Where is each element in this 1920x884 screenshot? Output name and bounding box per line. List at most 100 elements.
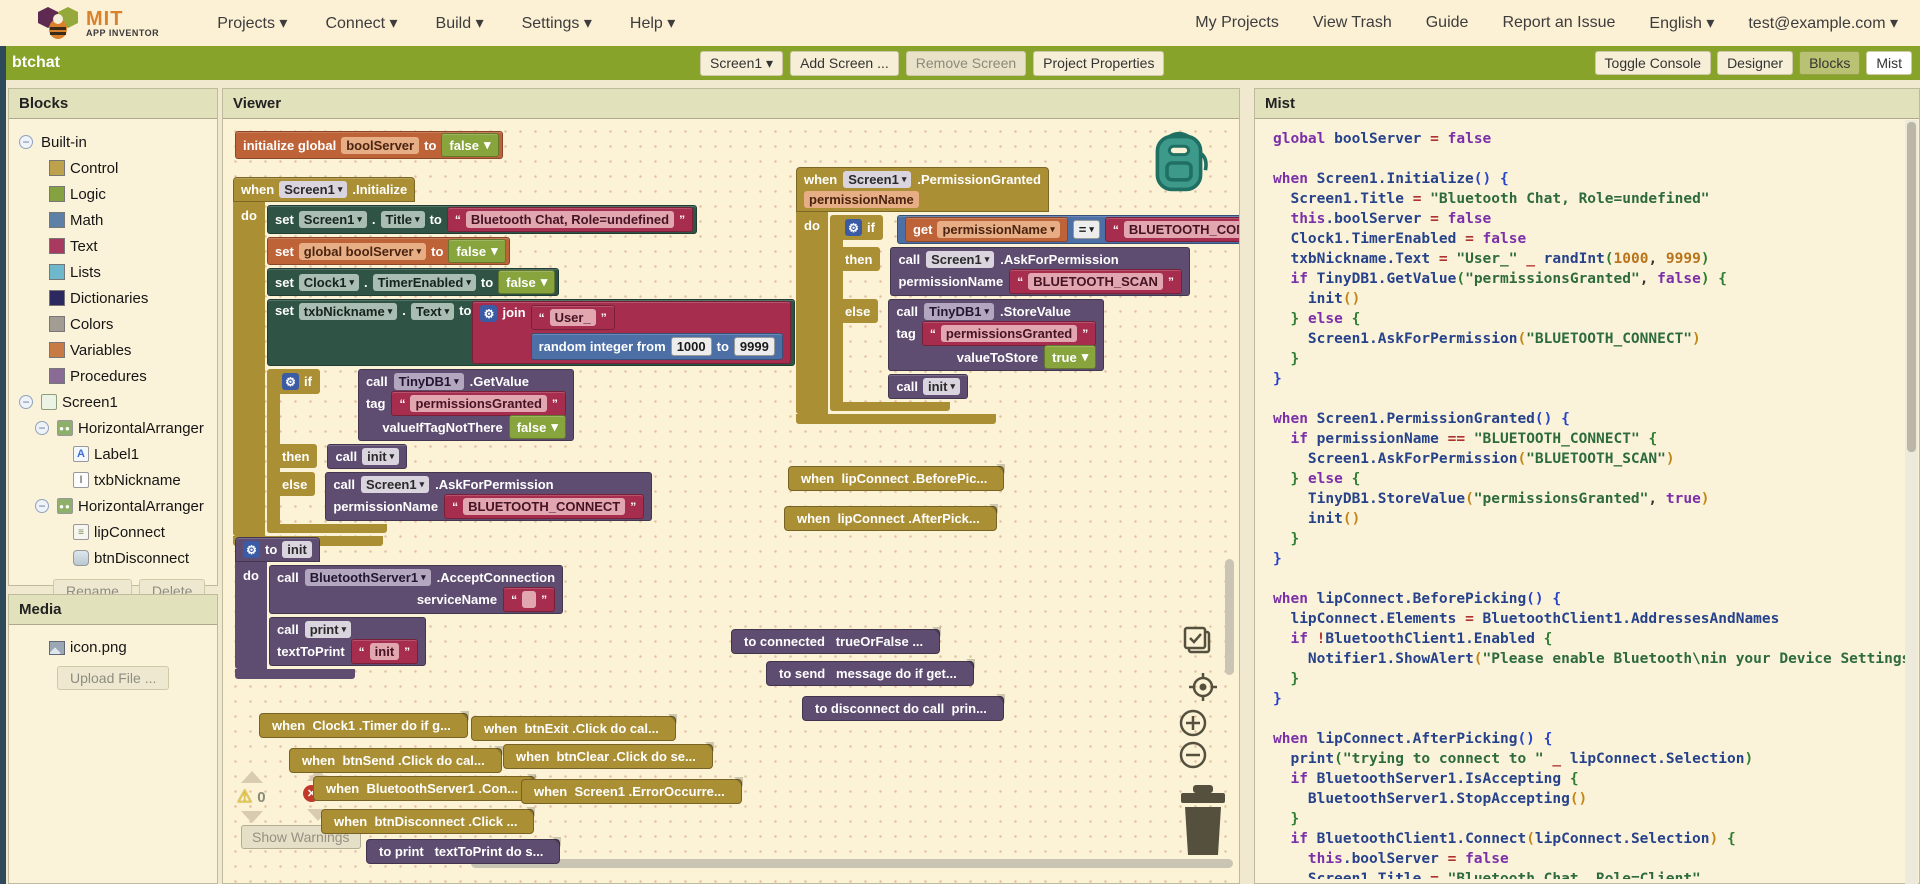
collapsed-block-to-connected-trueorfalse[interactable]: to connected trueOrFalse ... — [731, 627, 942, 654]
block-text-string[interactable]: “User_” — [530, 305, 615, 330]
nav-link-guide[interactable]: Guide — [1426, 14, 1469, 32]
mist-button[interactable]: Mist — [1866, 51, 1912, 75]
block-text-string[interactable]: “permissionsGranted” — [921, 321, 1097, 346]
mutator-gear-icon[interactable]: ⚙ — [282, 373, 299, 390]
block-text-string[interactable]: “BLUETOOTH_SCAN” — [1009, 269, 1182, 294]
collapse-minus-icon[interactable]: − — [19, 135, 33, 149]
collapsed-block-when-bluetoothserver1-con[interactable]: when BluetoothServer1 .Con... — [313, 774, 537, 801]
collapsed-block-when-btndisconnect-click[interactable]: when btnDisconnect .Click ... — [321, 807, 536, 834]
palette-item-txbnickname[interactable]: ItxbNickname — [9, 467, 217, 493]
collapse-minus-icon[interactable]: − — [35, 499, 49, 513]
nav-link-my-projects[interactable]: My Projects — [1195, 14, 1279, 32]
collapsed-block-when-lipconnect-afterpick[interactable]: when lipConnect .AfterPick... — [784, 504, 998, 531]
project-properties-button[interactable]: Project Properties — [1033, 50, 1165, 76]
menu-settings[interactable]: Settings ▾ — [522, 13, 592, 33]
block-call-askforpermission[interactable]: call Screen1 ▾ .AskForPermission permissi… — [890, 247, 1190, 296]
block-set-clock1-timerenabled[interactable]: set Clock1 ▾ . TimerEnabled ▾ to false ▾ — [267, 268, 560, 296]
block-text-string[interactable]: “BLUETOOTH_CONNECT” — [444, 494, 645, 519]
nav-link-report-issue[interactable]: Report an Issue — [1502, 14, 1615, 32]
trash-can-icon[interactable] — [1171, 781, 1235, 859]
block-set-txbnickname-text[interactable]: set txbNickname ▾ . Text ▾ to ⚙ join “User… — [267, 299, 795, 366]
remove-screen-button[interactable]: Remove Screen — [905, 50, 1027, 76]
menu-connect[interactable]: Connect ▾ — [325, 13, 397, 33]
collapsed-block-when-clock1-timer-do-if-g[interactable]: when Clock1 .Timer do if g... — [259, 711, 469, 738]
block-call-askforpermission[interactable]: call Screen1 ▾ .AskForPermission permissi… — [325, 472, 653, 521]
block-get-variable[interactable]: get permissionName ▾ — [904, 217, 1068, 242]
procedure-name-field[interactable]: init — [282, 541, 312, 558]
block-random-integer[interactable]: random integer from 1000 to 9999 — [530, 333, 783, 360]
palette-item-btndisconnect[interactable]: btnDisconnect — [9, 545, 217, 571]
palette-item-lists[interactable]: Lists — [9, 259, 217, 285]
screen-selector-dropdown[interactable]: Screen1 ▾ — [700, 50, 784, 76]
designer-button[interactable]: Designer — [1717, 51, 1794, 75]
block-when-screen1-initialize[interactable]: when Screen1 ▾ .Initialize do set Screen1… — [233, 177, 795, 546]
account-menu[interactable]: test@example.com ▾ — [1748, 13, 1898, 33]
event-param-chip[interactable]: permissionName — [804, 191, 919, 208]
collapse-minus-icon[interactable]: − — [19, 395, 33, 409]
block-set-global-boolserver[interactable]: set global boolServer ▾ to false ▾ — [267, 237, 510, 265]
palette-item-screen1[interactable]: − Screen1 — [9, 389, 217, 415]
upload-file-button[interactable]: Upload File ... — [57, 666, 170, 690]
palette-item-math[interactable]: Math — [9, 207, 217, 233]
mutator-gear-icon[interactable]: ⚙ — [845, 219, 862, 236]
menu-projects[interactable]: Projects ▾ — [217, 13, 287, 33]
block-if-then-else[interactable]: ⚙ if get permissionName ▾ = ▾ “BLUETOOTH_CO… — [830, 215, 1239, 411]
toggle-console-button[interactable]: Toggle Console — [1594, 51, 1712, 75]
block-call-init[interactable]: call init ▾ — [888, 374, 969, 399]
language-menu[interactable]: English ▾ — [1649, 13, 1714, 33]
number-field[interactable]: 9999 — [733, 337, 775, 356]
collapsed-block-when-btnclear-click-do-se[interactable]: when btnClear .Click do se... — [503, 742, 714, 769]
zoom-out-icon[interactable] — [1177, 739, 1209, 771]
collapsed-block-when-screen1-erroroccurre[interactable]: when Screen1 .ErrorOccurre... — [521, 777, 743, 804]
zoom-in-icon[interactable] — [1177, 707, 1209, 739]
media-queue-icon[interactable] — [1179, 624, 1215, 660]
collapsed-block-to-send-message-do-if-get[interactable]: to send message do if get... — [766, 659, 975, 686]
block-logic-false[interactable]: false ▾ — [498, 270, 556, 294]
block-set-screen1-title[interactable]: set Screen1 ▾ . Title ▾ to “Bluetooth Chat… — [267, 205, 698, 234]
center-blocks-icon[interactable] — [1185, 669, 1221, 705]
viewer-vertical-scrollbar[interactable] — [1225, 559, 1234, 675]
variable-name-field[interactable]: boolServer — [341, 136, 420, 154]
blocks-button[interactable]: Blocks — [1799, 51, 1861, 75]
block-procedure-to-init[interactable]: ⚙ to init do call BluetoothServer1 ▾ .Acc… — [235, 537, 564, 679]
palette-item-horizontalarranger[interactable]: − ●● HorizontalArranger — [9, 415, 217, 441]
mist-scrollbar-track[interactable] — [1905, 120, 1918, 884]
mist-scrollbar-thumb[interactable] — [1907, 122, 1916, 452]
block-call-tinydb-getvalue[interactable]: call TinyDB1 ▾ .GetValue tag “permissions… — [357, 369, 574, 441]
block-text-string-empty[interactable]: “ ” — [503, 587, 556, 612]
block-logic-false[interactable]: false ▾ — [448, 239, 506, 263]
backpack-icon[interactable] — [1143, 127, 1215, 199]
nav-link-view-trash[interactable]: View Trash — [1313, 14, 1392, 32]
component-dropdown[interactable]: Screen1 ▾ — [279, 181, 348, 198]
collapsed-block-to-print-texttoprint-do-s[interactable]: to print textToPrint do s... — [366, 837, 562, 864]
block-text-string[interactable]: “Bluetooth Chat, Role=undefined” — [446, 207, 694, 232]
block-join[interactable]: ⚙ join “User_” random integer from 1000 … — [472, 301, 791, 364]
block-logic-true[interactable]: true ▾ — [1044, 345, 1097, 369]
warnings-down-arrow[interactable] — [241, 811, 263, 823]
block-if-then-else[interactable]: ⚙ if call TinyDB1 ▾ .GetValue tag “ perm… — [267, 369, 653, 533]
number-field[interactable]: 1000 — [670, 337, 712, 356]
palette-item-colors[interactable]: Colors — [9, 311, 217, 337]
palette-item-procedures[interactable]: Procedures — [9, 363, 217, 389]
palette-item-text[interactable]: Text — [9, 233, 217, 259]
mutator-gear-icon[interactable]: ⚙ — [243, 541, 260, 558]
palette-item-horizontalarranger[interactable]: − ●● HorizontalArranger — [9, 493, 217, 519]
viewer-horizontal-scrollbar[interactable] — [471, 859, 1233, 868]
collapsed-block-when-btnexit-click-do-cal[interactable]: when btnExit .Click do cal... — [471, 714, 677, 741]
warnings-up-arrow[interactable] — [241, 771, 263, 783]
block-logic-false[interactable]: false ▾ — [441, 133, 499, 157]
block-call-acceptconnection[interactable]: call BluetoothServer1 ▾ .AcceptConnection… — [269, 565, 564, 614]
add-screen-button[interactable]: Add Screen ... — [790, 50, 899, 76]
palette-item-logic[interactable]: Logic — [9, 181, 217, 207]
palette-item-built-in[interactable]: − Built-in — [9, 129, 217, 155]
menu-build[interactable]: Build ▾ — [436, 13, 484, 33]
block-call-storevalue[interactable]: call TinyDB1 ▾ .StoreValue tag “permissio… — [888, 299, 1105, 371]
block-text-string[interactable]: “init” — [350, 639, 419, 664]
block-when-permissiongranted[interactable]: when Screen1 ▾ .PermissionGranted permiss… — [796, 167, 1239, 424]
block-call-init[interactable]: call init ▾ — [327, 444, 408, 469]
media-file-item[interactable]: icon.png — [49, 639, 217, 656]
palette-item-variables[interactable]: Variables — [9, 337, 217, 363]
block-initialize-global[interactable]: initialize global boolServer to false ▾ — [235, 131, 503, 159]
collapse-minus-icon[interactable]: − — [35, 421, 49, 435]
compare-op-dropdown[interactable]: = ▾ — [1072, 220, 1100, 239]
